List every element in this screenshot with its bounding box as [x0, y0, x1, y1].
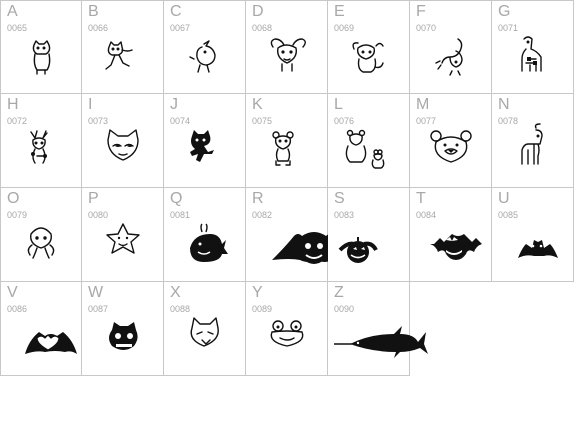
cat-walking-icon [105, 41, 133, 70]
bear-face-icon [430, 130, 472, 163]
glyph-cell-f: F 0070 [410, 0, 492, 94]
bat-small-icon [518, 240, 558, 258]
marlin-fish-icon [328, 282, 428, 376]
reindeer-icon [1, 94, 83, 188]
octopus-icon [1, 188, 83, 282]
squirrel-icon [410, 1, 492, 95]
cat-walking-icon [82, 1, 164, 95]
teddy-bear-icon [246, 94, 328, 188]
mouse-face-icon [270, 38, 306, 72]
frog-face-icon [270, 320, 304, 347]
black-cat-icon [190, 130, 214, 162]
bird-icon [164, 1, 246, 95]
horse-icon [521, 123, 543, 165]
glyph-cell-i: I 0073 [82, 94, 164, 188]
bears-pair-icon [345, 129, 385, 169]
glyph-cell-n: N 0078 [492, 94, 574, 188]
giraffe-icon [492, 1, 574, 95]
reindeer-icon [30, 130, 48, 164]
cat-grumpy-icon [164, 282, 246, 376]
glyph-cell-y: Y 0089 [246, 282, 328, 376]
glyph-cell-z: Z 0090 [328, 282, 428, 376]
glyph-cell-d: D 0068 [246, 0, 328, 94]
glyph-cell-u: U 0085 [492, 188, 574, 282]
glyph-cell-p: P 0080 [82, 188, 164, 282]
pumpkin-icon [338, 237, 378, 263]
mouse-sitting-icon [328, 1, 410, 95]
cat-sitting-icon [1, 1, 83, 95]
squirrel-icon [435, 38, 463, 76]
bat-pumpkin-icon [272, 232, 354, 264]
cat-mask-icon [82, 94, 164, 188]
glyph-cell-s: S 0083 [328, 188, 410, 282]
glyph-cell-e: E 0069 [328, 0, 410, 94]
whale-icon [164, 188, 246, 282]
bird-icon [189, 40, 216, 73]
jack-o-lantern-icon [109, 322, 138, 350]
marlin-fish-icon [334, 326, 428, 358]
bat-heart-icon [1, 282, 83, 376]
bat-heart-icon [25, 332, 77, 354]
glyph-cell-k: K 0075 [246, 94, 328, 188]
whale-icon [190, 223, 228, 262]
star-face-icon [82, 188, 164, 282]
glyph-cell-g: G 0071 [492, 0, 574, 94]
glyph-cell-h: H 0072 [0, 94, 82, 188]
glyph-cell-j: J 0074 [164, 94, 246, 188]
cat-grumpy-icon [190, 317, 219, 347]
glyph-cell-x: X 0088 [164, 282, 246, 376]
bear-face-icon [410, 94, 492, 188]
black-cat-icon [164, 94, 246, 188]
cat-sitting-icon [32, 40, 51, 75]
bat-pumpkin-icon [246, 188, 354, 282]
pumpkin-icon [328, 188, 410, 282]
mouse-sitting-icon [352, 42, 384, 73]
cat-mask-icon [107, 129, 139, 161]
horse-icon [492, 94, 574, 188]
octopus-icon [27, 227, 55, 259]
bat-small-icon [492, 188, 574, 282]
glyph-cell-m: M 0077 [410, 94, 492, 188]
teddy-bear-icon [272, 131, 294, 166]
glyph-cell-o: O 0079 [0, 188, 82, 282]
jack-o-lantern-icon [82, 282, 164, 376]
glyph-cell-c: C 0067 [164, 0, 246, 94]
glyph-cell-q: Q 0081 [164, 188, 246, 282]
bat-grin-icon [430, 234, 482, 260]
frog-face-icon [246, 282, 328, 376]
glyph-cell-r: R 0082 [246, 188, 354, 282]
glyph-cell-w: W 0087 [82, 282, 164, 376]
bears-pair-icon [328, 94, 410, 188]
giraffe-icon [521, 36, 542, 72]
glyph-cell-a: A 0065 [0, 0, 82, 94]
mouse-face-icon [246, 1, 328, 95]
bat-grin-icon [410, 188, 492, 282]
glyph-cell-l: L 0076 [328, 94, 410, 188]
glyph-cell-v: V 0086 [0, 282, 82, 376]
glyph-cell-b: B 0066 [82, 0, 164, 94]
star-face-icon [106, 223, 140, 254]
glyph-cell-t: T 0084 [410, 188, 492, 282]
